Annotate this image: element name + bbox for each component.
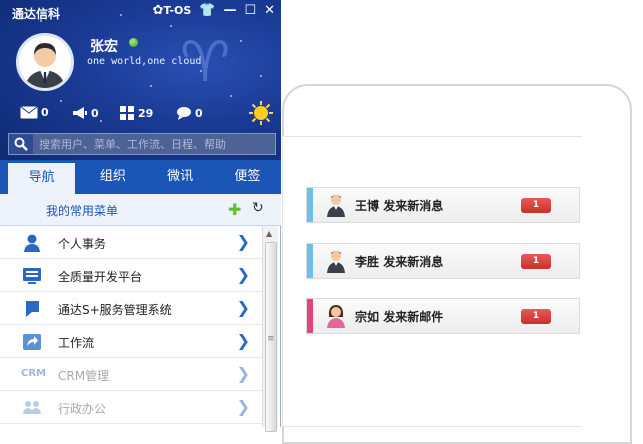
mail-icon [20, 106, 38, 119]
notification-count-badge: 1 [521, 309, 551, 324]
megaphone-icon [73, 107, 87, 119]
chevron-right-icon: ❯ [236, 232, 250, 251]
user-name: 张宏 [90, 39, 118, 55]
mail-count: 0 [41, 106, 49, 119]
menu-item-label: 全质量开发平台 [58, 270, 143, 284]
titlebar-controls: ✿T-OS 👕 — ☐ ✕ [153, 2, 275, 20]
menu-item[interactable]: 通达S+服务管理系统 ❯ [0, 292, 262, 325]
menu-item-label: 工作流 [58, 336, 95, 350]
menu-item[interactable]: 全质量开发平台 ❯ [0, 259, 262, 292]
menu-item[interactable]: CRM CRM管理 ❯ [0, 358, 262, 391]
main-panel: ♈ 通达信科 ✿T-OS 👕 — ☐ ✕ 张宏 one world,one cl… [0, 0, 281, 432]
chat-count: 0 [195, 107, 203, 120]
chevron-right-icon: ❯ [236, 298, 250, 317]
group-icon [22, 399, 42, 417]
notification-accent [307, 299, 313, 333]
close-button[interactable]: ✕ [264, 2, 275, 20]
notification-item[interactable]: 王博 发来新消息 1 [306, 187, 580, 223]
scroll-grip-icon: ≡ [267, 334, 275, 344]
menu-item[interactable]: 个人事务 ❯ [0, 226, 262, 259]
male-avatar-icon [325, 249, 347, 273]
notification-accent [307, 188, 313, 222]
tos-button[interactable]: ✿T-OS [153, 2, 192, 20]
notification-text: 发来新消息 [383, 198, 444, 213]
skin-shirt-icon[interactable]: 👕 [199, 2, 215, 20]
menu-item[interactable]: 行政办公 ❯ [0, 391, 262, 424]
workflow-icon [22, 333, 42, 351]
monitor-icon [22, 267, 42, 285]
menu-item-label: 通达S+服务管理系统 [58, 303, 172, 317]
menu-item[interactable]: 工作流 ❯ [0, 325, 262, 358]
notification-sender: 宗如 [355, 309, 380, 324]
apps-grid-icon [120, 106, 134, 120]
notification-item[interactable]: 李胜 发来新消息 1 [306, 243, 580, 279]
notification-sender: 李胜 [355, 254, 380, 269]
person-icon [22, 234, 42, 252]
chat-stat[interactable]: 0 [176, 106, 203, 121]
refresh-icon[interactable]: ↻ [252, 200, 264, 216]
tos-label: T-OS [163, 4, 192, 17]
minimize-button[interactable]: — [223, 2, 236, 20]
menu-scrollbar[interactable]: ▲ ≡ [262, 226, 278, 432]
notification-text: 发来新消息 [383, 254, 444, 269]
apps-count: 29 [138, 107, 154, 120]
notification-area [282, 136, 582, 427]
search-bar [8, 133, 276, 155]
broadcast-stat[interactable]: 0 [72, 106, 99, 120]
maximize-button[interactable]: ☐ [244, 2, 256, 20]
notification-accent [307, 244, 313, 278]
online-status-icon [129, 38, 138, 47]
female-avatar-icon [325, 304, 347, 328]
search-input[interactable] [37, 136, 273, 152]
scroll-up-icon[interactable]: ▲ [266, 229, 272, 238]
flag-icon [22, 300, 42, 318]
user-motto: one world,one cloud [87, 56, 202, 67]
menu-item-label: CRM管理 [58, 369, 110, 383]
chevron-right-icon: ❯ [236, 265, 250, 284]
tab-navigation[interactable]: 导航 [8, 160, 76, 194]
add-icon[interactable]: ✚ [228, 200, 241, 219]
profile-header: ♈ 通达信科 ✿T-OS 👕 — ☐ ✕ 张宏 one world,one cl… [0, 0, 281, 160]
favorites-header: 我的常用菜单 ✚ ↻ [0, 194, 281, 226]
notification-count-badge: 1 [521, 254, 551, 269]
avatar[interactable] [16, 33, 74, 91]
search-icon[interactable] [9, 134, 33, 154]
menu-item-label: 个人事务 [58, 237, 107, 251]
apps-stat[interactable]: 29 [120, 106, 153, 121]
tab-organization[interactable]: 组织 [79, 160, 146, 194]
notification-count-badge: 1 [521, 198, 551, 213]
notification-text: 发来新邮件 [383, 309, 444, 324]
notification-sender: 王博 [355, 198, 380, 213]
weather-sun-icon[interactable] [248, 100, 274, 126]
crm-icon: CRM [21, 368, 46, 379]
mail-stat[interactable]: 0 [20, 106, 49, 119]
chevron-right-icon: ❯ [236, 364, 250, 383]
nav-tabs: 导航 组织 微讯 便签 [0, 160, 281, 194]
tab-micro-message[interactable]: 微讯 [147, 160, 214, 194]
favorites-title[interactable]: 我的常用菜单 [46, 202, 118, 219]
tab-notes[interactable]: 便签 [214, 160, 281, 194]
chevron-right-icon: ❯ [236, 331, 250, 350]
menu-list: 个人事务 ❯ 全质量开发平台 ❯ 通达S+服务管理系统 ❯ 工作流 ❯ CRM [0, 226, 262, 427]
chevron-right-icon: ❯ [236, 397, 250, 416]
chat-bubble-icon [177, 107, 191, 120]
menu-item-label: 行政办公 [58, 402, 107, 416]
app-title: 通达信科 [12, 7, 61, 21]
notification-item[interactable]: 宗如 发来新邮件 1 [306, 298, 580, 334]
broadcast-count: 0 [91, 106, 99, 120]
male-avatar-icon [325, 193, 347, 217]
